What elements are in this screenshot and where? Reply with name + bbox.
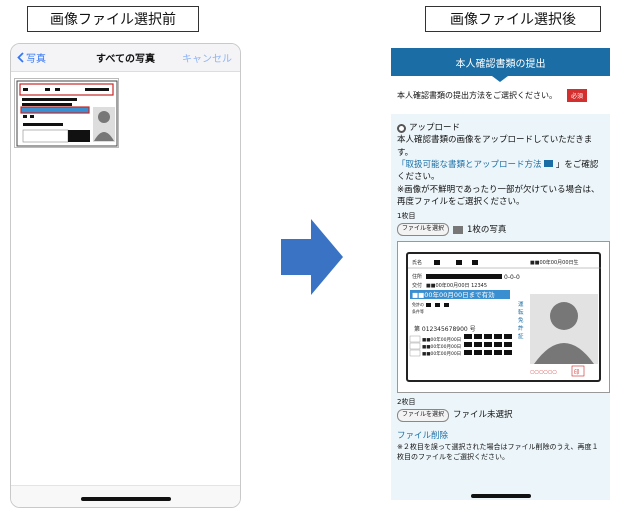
image-icon <box>453 225 464 234</box>
instruction-line-1: 本人確認書類の画像をアップロードしていただきます。 <box>397 135 593 158</box>
license-card: 氏名 ■■00年00月00日生 住所 0-0-0 交付 ■■00年00月00日 … <box>406 252 601 383</box>
bottom-bar <box>11 485 240 507</box>
photo-picker-header: 写真 すべての写真 キャンセル <box>11 44 240 72</box>
upload-option[interactable]: アップロード <box>397 122 604 134</box>
svg-text:住所: 住所 <box>412 273 422 280</box>
upload-option-label: アップロード <box>409 123 461 133</box>
svg-text:運: 運 <box>518 301 524 308</box>
second-file-status: ファイル未選択 <box>453 410 513 421</box>
svg-text:転: 転 <box>518 309 524 316</box>
svg-text:■■00年00月00日: ■■00年00月00日 <box>422 336 461 343</box>
home-indicator <box>471 494 531 498</box>
svg-text:免許の: 免許の <box>412 301 424 307</box>
file-select-button-1[interactable]: ファイルを選択 <box>397 223 450 237</box>
upload-header: 本人確認書類の提出 <box>391 48 610 82</box>
svg-text:0-0-0: 0-0-0 <box>504 274 520 281</box>
upload-screen: 本人確認書類の提出 本人確認書類の提出方法をご選択ください。 必須 アップロード… <box>391 48 610 500</box>
license-card-graphic: 氏名 ■■00年00月00日生 住所 0-0-0 交付 ■■00年00月00日 … <box>408 259 601 377</box>
first-file-name: 1枚の写真 <box>467 224 507 235</box>
svg-text:免: 免 <box>518 316 524 324</box>
svg-text:第 012345678900 号: 第 012345678900 号 <box>414 325 476 333</box>
cancel-button[interactable]: キャンセル <box>182 50 232 65</box>
header-title: 本人確認書類の提出 <box>455 58 546 70</box>
caption-before: 画像ファイル選択前 <box>27 6 199 32</box>
back-label: 写真 <box>26 54 46 65</box>
svg-text:■■00年00月00日: ■■00年00月00日 <box>422 350 461 357</box>
documents-link[interactable]: 「取扱可能な書類とアップロード方法 <box>397 160 542 170</box>
window-icon <box>544 159 554 167</box>
method-prompt: 本人確認書類の提出方法をご選択ください。 <box>397 91 557 100</box>
svg-text:証: 証 <box>518 332 524 340</box>
svg-text:氏名: 氏名 <box>412 259 422 266</box>
home-indicator <box>81 497 171 501</box>
svg-text:許: 許 <box>518 324 524 332</box>
caption-after: 画像ファイル選択後 <box>425 6 601 32</box>
second-file-row: ファイルを選択 ファイル未選択 <box>397 409 604 422</box>
svg-text:■■00年00月00日まで有効: ■■00年00月00日まで有効 <box>412 290 495 299</box>
svg-text:印: 印 <box>574 369 580 376</box>
first-file-label: 1枚目 <box>397 212 416 221</box>
svg-text:条件等: 条件等 <box>412 308 424 314</box>
radio-selected-icon[interactable] <box>397 123 406 133</box>
license-thumbnail-image <box>16 80 118 147</box>
second-file-label: 2枚目 <box>397 398 416 407</box>
chevron-left-icon <box>17 52 24 63</box>
svg-text:■■00年00月00日 12345: ■■00年00月00日 12345 <box>426 282 487 289</box>
preview-image: 氏名 ■■00年00月00日生 住所 0-0-0 交付 ■■00年00月00日 … <box>397 241 610 394</box>
caption-before-text: 画像ファイル選択前 <box>50 12 176 28</box>
svg-text:■■00年00月00日生: ■■00年00月00日生 <box>530 259 579 266</box>
svg-text:◯◯◯◯◯◯: ◯◯◯◯◯◯ <box>530 369 557 374</box>
svg-text:交付: 交付 <box>412 282 422 289</box>
first-file-row: ファイルを選択 1枚の写真 <box>397 223 604 237</box>
svg-text:■■00年00月00日: ■■00年00月00日 <box>422 343 461 350</box>
caption-after-text: 画像ファイル選択後 <box>450 12 576 28</box>
note-1: ※画像が不鮮明であったり一部が欠けている場合は、再度ファイルをご選択ください。 <box>397 184 600 207</box>
right-arrow-icon <box>281 219 343 295</box>
back-button[interactable]: 写真 <box>17 50 46 65</box>
note-2: ※２枚目を誤って選択された場合はファイル削除のうえ、再度１枚目のファイルをご選択… <box>397 443 599 462</box>
upload-panel: アップロード 本人確認書類の画像をアップロードしていただきます。 「取扱可能な書… <box>391 114 610 500</box>
photo-picker-screen: 写真 すべての写真 キャンセル <box>10 43 241 508</box>
photo-thumbnail[interactable] <box>14 78 119 148</box>
file-delete-link[interactable]: ファイル削除 <box>397 430 604 442</box>
required-badge: 必須 <box>567 89 588 102</box>
file-select-button-2[interactable]: ファイルを選択 <box>397 409 450 422</box>
instruction-text: 本人確認書類の画像をアップロードしていただきます。 「取扱可能な書類とアップロー… <box>397 134 604 183</box>
